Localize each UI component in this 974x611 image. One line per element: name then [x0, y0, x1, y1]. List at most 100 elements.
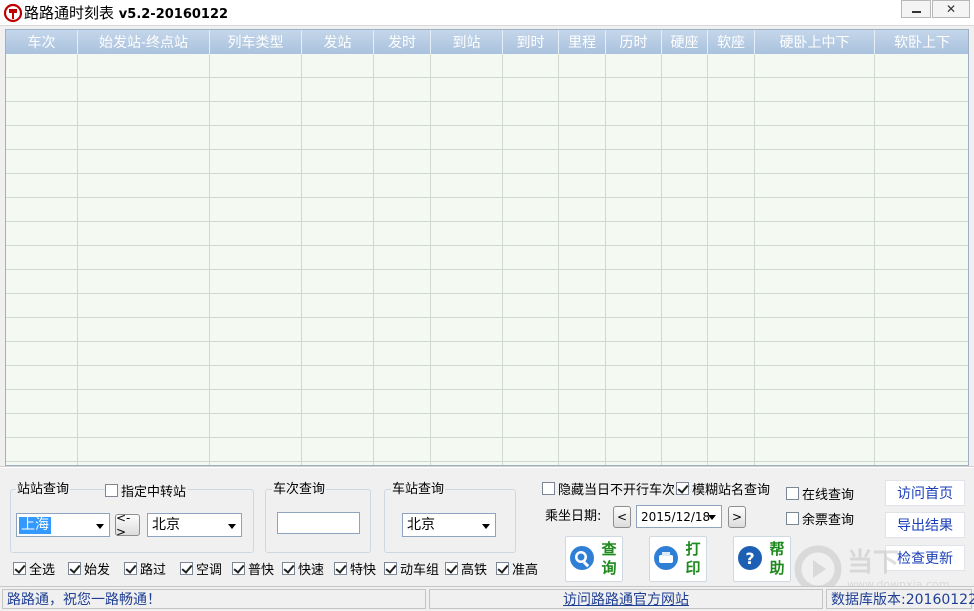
train-number-input[interactable]: [277, 512, 360, 534]
hide-non-running-label: 隐藏当日不开行车次: [558, 482, 676, 498]
column-divider: [661, 54, 662, 465]
train-type-checkbox-box[interactable]: [68, 561, 81, 575]
fuzzy-search-box[interactable]: [676, 481, 689, 495]
from-station-value: 上海: [19, 517, 51, 534]
train-type-checkbox-box[interactable]: [180, 561, 193, 575]
help-button[interactable]: ? 帮助: [733, 536, 791, 582]
train-type-label: 空调: [196, 562, 223, 578]
column-header[interactable]: 车次: [6, 30, 78, 54]
train-query-title: 车次查询: [272, 482, 327, 498]
station-search-select[interactable]: 北京: [402, 513, 496, 537]
train-type-checkbox-box[interactable]: [13, 561, 26, 575]
magnifier-icon: [570, 546, 594, 570]
train-type-checkbox[interactable]: 始发: [68, 560, 110, 578]
railway-logo-icon: [3, 3, 23, 23]
close-icon: ✕: [945, 2, 957, 16]
date-value: 2015/12/18: [641, 510, 711, 524]
train-type-label: 路过: [140, 562, 167, 578]
train-type-checkbox-box[interactable]: [232, 561, 245, 575]
train-type-checkbox-box[interactable]: [282, 561, 295, 575]
column-header[interactable]: 到站: [431, 30, 503, 54]
query-button-label: 查询: [601, 540, 617, 577]
export-results-button[interactable]: 导出结果: [885, 512, 965, 538]
train-type-checkbox-box[interactable]: [334, 561, 347, 575]
to-station-select[interactable]: 北京: [147, 513, 242, 537]
date-prev-button[interactable]: <: [613, 506, 631, 528]
panel-divider: [0, 466, 974, 468]
column-divider: [301, 54, 302, 465]
train-type-checkbox[interactable]: 特快: [334, 560, 376, 578]
train-type-checkbox-box[interactable]: [445, 561, 458, 575]
visit-home-button[interactable]: 访问首页: [885, 480, 965, 506]
station-search-value: 北京: [407, 517, 435, 533]
status-website: 访问路路通官方网站: [429, 589, 823, 609]
column-divider: [430, 54, 431, 465]
column-header[interactable]: 软座: [708, 30, 755, 54]
column-header[interactable]: 硬卧上中下: [755, 30, 875, 54]
train-type-checkbox[interactable]: 空调: [180, 560, 223, 578]
train-type-checkbox[interactable]: 准高: [496, 560, 538, 578]
column-divider: [209, 54, 210, 465]
window-version: v5.2-20160122: [118, 7, 229, 22]
hide-non-running-checkbox[interactable]: 隐藏当日不开行车次: [542, 480, 676, 498]
column-header[interactable]: 里程: [559, 30, 606, 54]
minimize-icon: [911, 11, 921, 13]
column-header[interactable]: 发时: [374, 30, 431, 54]
table-body[interactable]: [6, 54, 968, 465]
column-header[interactable]: 硬座: [662, 30, 708, 54]
query-button[interactable]: 查询: [565, 536, 623, 582]
ticket-query-box[interactable]: [786, 511, 799, 525]
train-type-checkbox-box[interactable]: [124, 561, 137, 575]
train-type-checkbox-box[interactable]: [496, 561, 509, 575]
title-bar: 路路通时刻表 v5.2-20160122 ✕: [0, 0, 974, 26]
close-button[interactable]: ✕: [932, 0, 970, 18]
train-type-checkbox[interactable]: 路过: [124, 560, 167, 578]
online-query-box[interactable]: [786, 486, 799, 500]
column-header[interactable]: 历时: [606, 30, 662, 54]
from-station-select[interactable]: 上海: [16, 513, 110, 537]
column-header[interactable]: 列车类型: [210, 30, 302, 54]
fuzzy-search-checkbox[interactable]: 模糊站名查询: [676, 480, 770, 498]
transfer-checkbox-label: 指定中转站: [121, 484, 187, 500]
chevron-down-icon: [708, 515, 716, 520]
train-type-checkbox[interactable]: 全选: [13, 560, 55, 578]
official-website-link[interactable]: 访问路路通官方网站: [563, 589, 689, 609]
train-type-checkbox[interactable]: 普快: [232, 560, 274, 578]
column-divider: [707, 54, 708, 465]
column-header[interactable]: 发站: [302, 30, 374, 54]
column-header[interactable]: 到时: [503, 30, 559, 54]
status-greeting-text: 路路通，祝您一路畅通！: [7, 592, 161, 608]
column-header[interactable]: 软卧上下: [875, 30, 968, 54]
train-type-checkbox[interactable]: 高铁: [445, 560, 487, 578]
transfer-checkbox-box[interactable]: [105, 483, 118, 497]
train-type-label: 快速: [298, 562, 325, 578]
column-divider: [605, 54, 606, 465]
column-header[interactable]: 始发站-终点站: [78, 30, 210, 54]
train-type-checkbox-box[interactable]: [384, 561, 397, 575]
station-search-title: 车站查询: [391, 482, 446, 498]
print-button[interactable]: 打印: [649, 536, 707, 582]
watermark-brand: 当下: [847, 548, 900, 578]
train-type-checkbox[interactable]: 动车组: [384, 560, 439, 578]
online-query-label: 在线查询: [802, 487, 855, 503]
printer-icon: [654, 546, 678, 570]
transfer-checkbox[interactable]: 指定中转站: [105, 482, 189, 500]
minimize-button[interactable]: [901, 0, 931, 18]
svg-text:?: ?: [745, 549, 754, 568]
column-divider: [502, 54, 503, 465]
swap-stations-button[interactable]: <->: [115, 511, 140, 539]
date-next-button[interactable]: >: [728, 506, 746, 528]
train-type-checkbox[interactable]: 快速: [282, 560, 325, 578]
window-title-text: 路路通时刻表: [24, 4, 115, 22]
column-divider: [373, 54, 374, 465]
status-db-version: 数据库版本:20160122: [826, 589, 974, 609]
ticket-query-checkbox[interactable]: 余票查询: [786, 510, 854, 528]
help-icon: ?: [738, 546, 762, 570]
table-header: 车次 始发站-终点站 列车类型 发站 发时 到站 到时 里程 历时 硬座 软座 硬卧上中下 软卧上下: [6, 30, 968, 54]
date-picker[interactable]: 2015/12/18: [636, 505, 722, 528]
status-greeting: 路路通，祝您一路畅通！: [2, 589, 426, 609]
results-table[interactable]: 车次 始发站-终点站 列车类型 发站 发时 到站 到时 里程 历时 硬座 软座 硬卧上中下 软卧上下: [5, 29, 969, 466]
station-query-title: 站站查询: [16, 482, 71, 498]
online-query-checkbox[interactable]: 在线查询: [786, 485, 855, 503]
hide-non-running-box[interactable]: [542, 481, 555, 495]
